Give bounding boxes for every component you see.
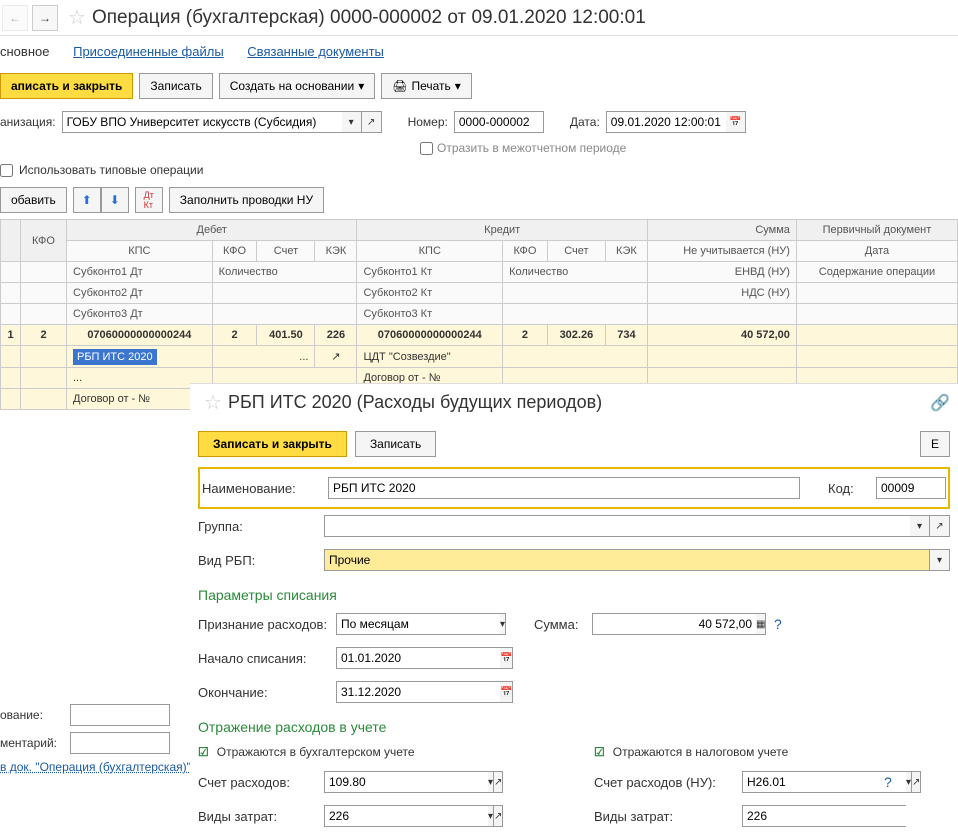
interperiod-label: Отразить в межотчетном периоде: [437, 141, 626, 155]
number-input[interactable]: [454, 111, 544, 133]
check-icon: ☑: [594, 745, 605, 759]
cost-type-input[interactable]: [324, 805, 488, 827]
account-nu-label: Счет расходов (НУ):: [594, 775, 734, 790]
move-up-button[interactable]: ⬆: [73, 187, 101, 213]
doc-link[interactable]: в док. "Операция (бухгалтерская)": [0, 760, 191, 774]
use-typical-checkbox[interactable]: [0, 164, 13, 177]
type-dropdown[interactable]: ▾: [930, 549, 950, 571]
entries-table: КФО Дебет Кредит Сумма Первичный докумен…: [0, 219, 958, 410]
cost-type-label: Виды затрат:: [198, 809, 316, 824]
date-label: Дата:: [570, 115, 600, 129]
org-open-button[interactable]: ↗: [362, 111, 382, 133]
cost-type-open[interactable]: ↗: [494, 805, 503, 827]
selected-subconto[interactable]: РБП ИТС 2020: [73, 349, 157, 365]
reflect-bu-label[interactable]: Отражаются в бухгалтерском учете: [217, 745, 415, 759]
rbp-popup: ☆ РБП ИТС 2020 (Расходы будущих периодов…: [190, 383, 958, 837]
name-label: Наименование:: [202, 481, 320, 496]
start-calendar[interactable]: 📅: [500, 647, 513, 669]
comment-input[interactable]: [70, 732, 170, 754]
help-icon[interactable]: ?: [884, 774, 892, 790]
date-input[interactable]: [606, 111, 726, 133]
calendar-button[interactable]: 📅: [726, 111, 746, 133]
col-debet: Дебет: [67, 220, 357, 241]
calendar-icon: 📅: [729, 117, 741, 128]
col-kredit: Кредит: [357, 220, 647, 241]
col-summa: Сумма: [647, 220, 796, 241]
name-input[interactable]: [328, 477, 800, 499]
section-params: Параметры списания: [198, 577, 950, 607]
section-account: Отражение расходов в учете: [198, 709, 950, 739]
recognition-input[interactable]: [336, 613, 500, 635]
start-input[interactable]: [336, 647, 500, 669]
number-label: Номер:: [408, 115, 448, 129]
code-input[interactable]: [876, 477, 946, 499]
end-label: Окончание:: [198, 685, 328, 700]
basis-label: ование:: [0, 708, 64, 722]
start-label: Начало списания:: [198, 651, 328, 666]
chevron-down-icon: ▾: [358, 79, 364, 93]
group-label: Группа:: [198, 519, 316, 534]
popup-extra-button[interactable]: Е: [920, 431, 950, 457]
add-button[interactable]: обавить: [0, 187, 67, 213]
table-row[interactable]: РБП ИТС 2020 ... ↗ ЦДТ "Созвездие": [1, 346, 958, 368]
cost-type-nu-input[interactable]: [742, 805, 906, 827]
print-button[interactable]: 🖨 Печать ▾: [381, 73, 472, 99]
printer-icon: 🖨: [392, 79, 407, 93]
nav-attached-files[interactable]: Присоединенные файлы: [73, 44, 224, 59]
favorite-star-icon[interactable]: ☆: [204, 390, 222, 415]
table-row[interactable]: 1 2 07060000000000244 2 401.50 226 07060…: [1, 325, 958, 346]
org-input[interactable]: [62, 111, 342, 133]
nav-related-docs[interactable]: Связанные документы: [247, 44, 384, 59]
col-kfo: КФО: [21, 220, 67, 262]
col-primary: Первичный документ: [796, 220, 957, 241]
org-dropdown-button[interactable]: ▾: [342, 111, 362, 133]
type-input[interactable]: [324, 549, 930, 571]
calendar-icon: 📅: [500, 653, 512, 664]
recognition-label: Признание расходов:: [198, 617, 328, 632]
create-based-button[interactable]: Создать на основании ▾: [219, 73, 376, 99]
basis-input[interactable]: [70, 704, 170, 726]
back-button[interactable]: ←: [2, 5, 28, 31]
help-icon[interactable]: ?: [774, 616, 782, 632]
save-button[interactable]: Записать: [139, 73, 212, 99]
move-down-button[interactable]: ⬇: [101, 187, 129, 213]
reflect-nu-label[interactable]: Отражаются в налоговом учете: [613, 745, 788, 759]
recognition-dropdown[interactable]: ▾: [500, 613, 506, 635]
interperiod-checkbox[interactable]: [420, 142, 433, 155]
popup-save-button[interactable]: Записать: [355, 431, 436, 457]
group-input[interactable]: [324, 515, 910, 537]
sum-input[interactable]: [592, 613, 756, 635]
popup-save-close-button[interactable]: Записать и закрыть: [198, 431, 347, 457]
fill-nu-button[interactable]: Заполнить проводки НУ: [169, 187, 324, 213]
sum-label: Сумма:: [534, 617, 584, 632]
dtk-button[interactable]: ДтКт: [135, 187, 163, 213]
account-label: Счет расходов:: [198, 775, 316, 790]
code-label: Код:: [828, 481, 868, 496]
end-input[interactable]: [336, 681, 500, 703]
save-close-button[interactable]: аписать и закрыть: [0, 73, 133, 99]
page-title: Операция (бухгалтерская) 0000-000002 от …: [92, 7, 646, 29]
cost-type-nu-label: Виды затрат:: [594, 809, 734, 824]
group-open[interactable]: ↗: [930, 515, 950, 537]
favorite-star-icon[interactable]: ☆: [68, 5, 86, 30]
forward-button[interactable]: →: [32, 5, 58, 31]
popup-title: РБП ИТС 2020 (Расходы будущих периодов): [228, 392, 602, 413]
comment-label: ментарий:: [0, 736, 64, 750]
type-label: Вид РБП:: [198, 553, 316, 568]
end-calendar[interactable]: 📅: [500, 681, 513, 703]
use-typical-label: Использовать типовые операции: [19, 163, 203, 177]
org-label: анизация:: [0, 115, 56, 129]
group-dropdown[interactable]: ▾: [910, 515, 930, 537]
calendar-icon: 📅: [500, 687, 512, 698]
link-icon[interactable]: 🔗: [930, 393, 950, 413]
chevron-down-icon: ▾: [455, 79, 461, 93]
sum-calc[interactable]: ▦: [756, 613, 766, 635]
check-icon: ☑: [198, 745, 209, 759]
nav-main[interactable]: сновное: [0, 44, 49, 59]
